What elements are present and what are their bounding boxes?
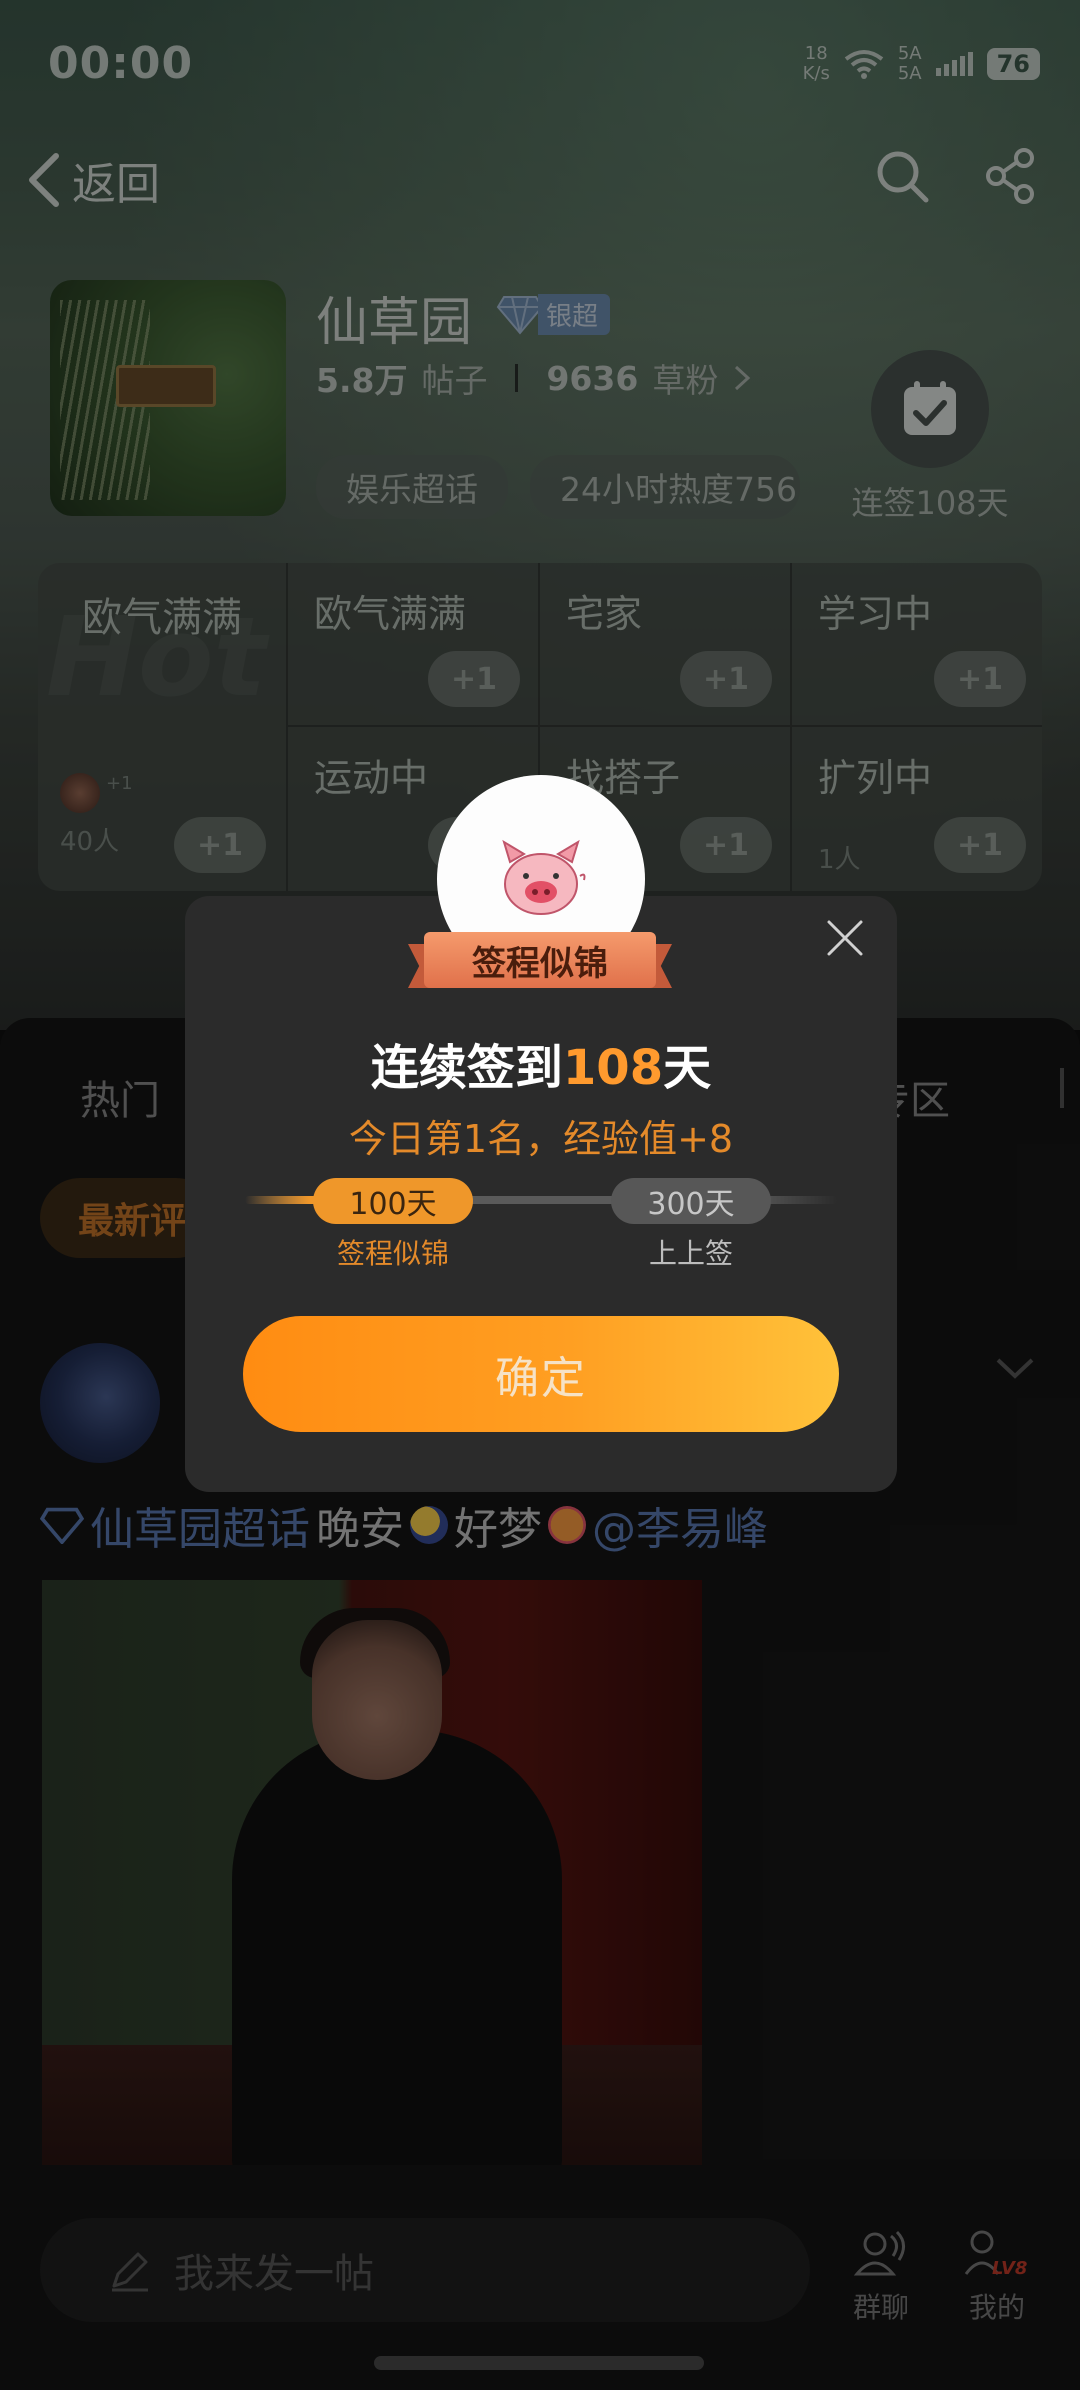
dialog-title: 连续签到108天 [185,1028,897,1098]
title-prefix: 连续签到 [370,1040,563,1096]
close-icon[interactable] [823,916,867,960]
confirm-button[interactable]: 确定 [243,1316,839,1432]
title-days: 108 [562,1040,664,1096]
milestone-100: 100天 [313,1178,473,1224]
milestone-300: 300天 [611,1178,771,1224]
pig-icon [502,839,586,915]
milestone-300-label: 上上签 [648,1237,733,1270]
title-suffix: 天 [663,1040,712,1096]
milestone-100-label: 签程似锦 [336,1237,449,1270]
dialog-subtitle: 今日第1名，经验值+8 [348,1117,734,1161]
badge-ribbon: 签程似锦 [408,932,672,988]
badge-title: 签程似锦 [424,932,656,988]
